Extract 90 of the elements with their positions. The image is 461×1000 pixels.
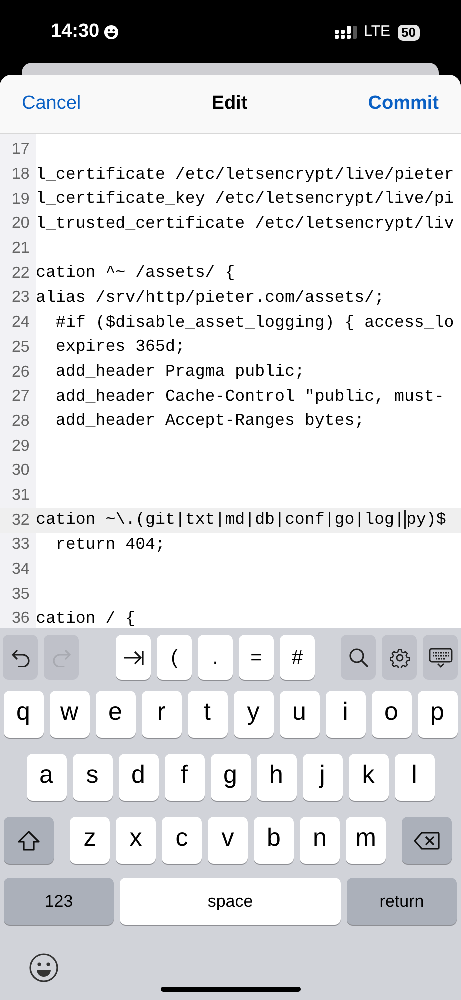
letter-key[interactable]: c — [162, 817, 202, 864]
tab-key[interactable] — [116, 635, 151, 680]
code-line[interactable]: add_header Accept-Ranges bytes; — [36, 409, 365, 434]
search-icon — [348, 648, 368, 668]
letter-key[interactable]: h — [256, 754, 296, 801]
line-number: 24 — [11, 313, 31, 334]
code-line[interactable]: return 404; — [36, 532, 166, 558]
undo-icon — [10, 648, 30, 666]
backspace-icon — [414, 832, 440, 850]
keyboard-dismiss-icon — [428, 648, 452, 668]
numbers-key[interactable]: 123 — [4, 878, 114, 925]
line-number: 18 — [11, 165, 31, 186]
line-number: 31 — [11, 486, 31, 506]
letter-key[interactable]: w — [50, 691, 90, 738]
code-line[interactable]: expires 365d; — [36, 335, 186, 360]
smiley-icon — [104, 25, 119, 40]
line-number: 33 — [11, 535, 31, 556]
letter-key[interactable]: e — [96, 691, 136, 738]
code-line[interactable]: cation ~\.(git|txt|md|db|conf|go|log|py)$ — [36, 508, 446, 534]
network-type: LTE — [364, 22, 391, 42]
emoji-icon[interactable] — [29, 953, 59, 983]
letter-key[interactable]: a — [26, 754, 66, 801]
line-number: 25 — [11, 338, 31, 358]
letter-key[interactable]: b — [254, 817, 294, 864]
code-line[interactable]: cation ^~ /assets/ { — [36, 261, 236, 286]
battery-level: 50 — [398, 24, 420, 40]
letter-key[interactable]: p — [418, 691, 458, 738]
settings-button[interactable] — [382, 635, 417, 680]
letter-key[interactable]: z — [70, 817, 110, 864]
code-line[interactable]: alias /srv/http/pieter.com/assets/; — [36, 286, 385, 311]
line-number: 34 — [11, 560, 31, 580]
tab-icon — [122, 650, 144, 666]
line-number: 23 — [11, 288, 31, 308]
letter-key[interactable]: f — [164, 754, 204, 801]
line-number: 20 — [11, 214, 31, 234]
letter-key[interactable]: t — [188, 691, 228, 738]
letter-key[interactable]: n — [300, 817, 340, 864]
code-line[interactable]: add_header Cache-Control "public, must- — [36, 384, 444, 410]
line-number: 19 — [11, 190, 31, 210]
line-number: 36 — [11, 609, 31, 628]
commit-button[interactable]: Commit — [368, 90, 439, 118]
letter-key[interactable]: o — [372, 691, 412, 738]
letter-key[interactable]: l — [394, 754, 434, 801]
symbol-key[interactable]: ( — [157, 635, 192, 680]
letter-key[interactable]: y — [234, 691, 274, 738]
letter-key[interactable]: d — [118, 754, 158, 801]
symbol-key[interactable]: = — [239, 635, 274, 680]
letter-key[interactable]: m — [346, 817, 386, 864]
letter-key[interactable]: k — [348, 754, 388, 801]
line-number: 32 — [11, 510, 31, 531]
space-key[interactable]: space — [120, 878, 341, 925]
line-number: 30 — [11, 461, 31, 482]
letter-key[interactable]: i — [326, 691, 366, 738]
shift-icon — [18, 830, 40, 850]
code-line[interactable]: #if ($disable_asset_logging) { access_lo — [36, 310, 454, 336]
line-number: 21 — [11, 239, 31, 260]
settings-icon — [390, 648, 410, 668]
line-number: 22 — [11, 264, 31, 284]
time: 14:30 — [51, 20, 100, 44]
keyboard-button[interactable] — [423, 635, 458, 680]
backspace-key[interactable] — [402, 817, 452, 864]
signal-icon — [335, 26, 358, 40]
symbol-key[interactable]: # — [280, 635, 315, 680]
letter-key[interactable]: x — [116, 817, 156, 864]
letter-key[interactable]: g — [210, 754, 250, 801]
symbol-key[interactable]: . — [198, 635, 233, 680]
letter-key[interactable]: q — [4, 691, 44, 738]
letter-key[interactable]: r — [142, 691, 182, 738]
code-line[interactable]: add_header Pragma public; — [36, 360, 305, 385]
line-number: 29 — [11, 436, 31, 457]
code-line[interactable]: l_certificate_key /etc/letsencrypt/live/pi — [36, 187, 454, 212]
code-line[interactable]: l_trusted_certificate /etc/letsencrypt/liv — [36, 212, 454, 237]
title: Edit — [210, 92, 248, 116]
line-number: 17 — [11, 140, 31, 160]
code-line[interactable]: cation / { — [36, 606, 136, 628]
redo-icon — [52, 648, 72, 666]
search-button[interactable] — [341, 635, 376, 680]
letter-key[interactable]: u — [280, 691, 320, 738]
line-number: 27 — [11, 387, 31, 408]
letter-key[interactable]: j — [302, 754, 342, 801]
line-number: 26 — [11, 362, 31, 383]
shift-key[interactable] — [4, 817, 54, 864]
line-number: 35 — [11, 584, 31, 605]
cancel-button[interactable]: Cancel — [22, 90, 82, 118]
code-line[interactable]: l_certificate /etc/letsencrypt/live/pieter — [36, 162, 454, 188]
letter-key[interactable]: s — [72, 754, 112, 801]
return-key[interactable]: return — [347, 878, 457, 925]
letter-key[interactable]: v — [208, 817, 248, 864]
undo-button[interactable] — [3, 635, 38, 680]
line-number: 28 — [11, 412, 31, 432]
